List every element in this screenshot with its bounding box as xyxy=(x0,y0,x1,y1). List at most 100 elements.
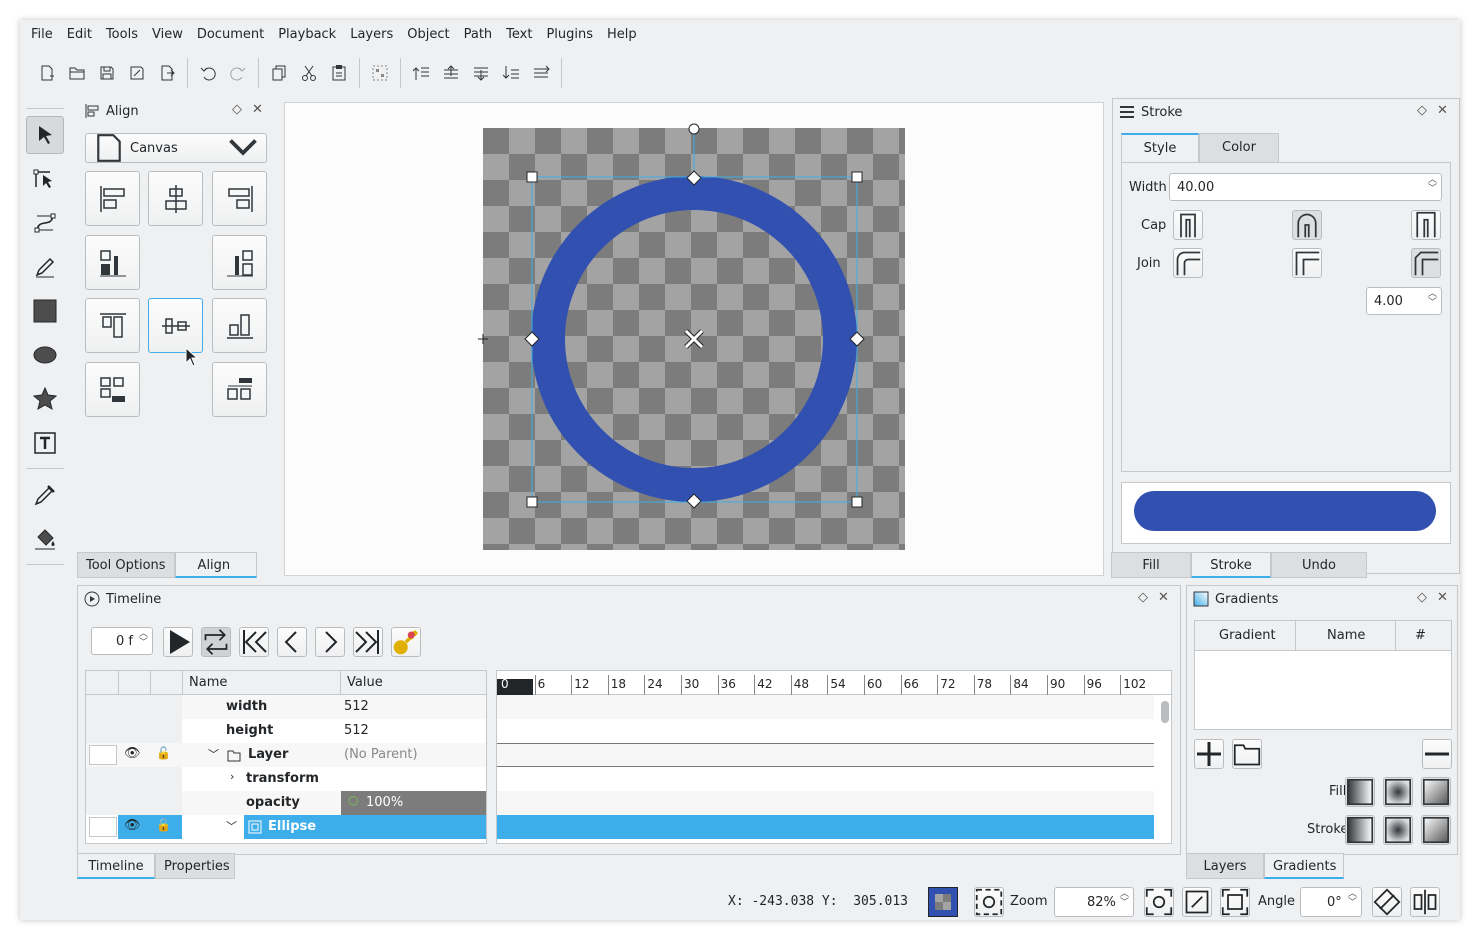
distribute-bottom-button[interactable] xyxy=(85,362,140,417)
gradients-list[interactable]: Gradient Name # xyxy=(1194,620,1452,730)
spin-arrows-icon[interactable]: ︿ ﹀ xyxy=(1348,890,1357,908)
miter-limit-field[interactable]: 4.00 ︿ ﹀ xyxy=(1366,287,1442,315)
frame-field[interactable]: 0 f ︿ ﹀ xyxy=(91,627,153,655)
lock-icon[interactable]: 🔓 xyxy=(156,746,171,760)
chevron-down-icon[interactable]: ﹀ xyxy=(226,818,237,834)
menu-tools[interactable]: Tools xyxy=(99,20,145,50)
spin-arrows-icon[interactable]: ︿ ﹀ xyxy=(139,630,148,648)
open-folder-icon[interactable] xyxy=(62,58,92,88)
tab-stroke[interactable]: Stroke xyxy=(1191,552,1271,578)
tab-gradients[interactable]: Gradients xyxy=(1264,853,1344,879)
spin-arrows-icon[interactable]: ︿ ﹀ xyxy=(1428,176,1437,194)
prev-frame-button[interactable] xyxy=(277,627,307,657)
time-ruler[interactable]: 0 6 12 18 24 30 36 42 48 54 60 66 72 78 84 90 96 102 xyxy=(497,671,1171,695)
cut-icon[interactable] xyxy=(294,58,324,88)
canvas-viewport[interactable] xyxy=(284,102,1104,576)
resize-handle-tl[interactable] xyxy=(526,171,538,183)
timeline-tracks[interactable]: 0 6 12 18 24 30 36 42 48 54 60 66 72 78 84 90 96 102 xyxy=(496,670,1172,844)
width-field[interactable]: 40.00 ︿ ﹀ xyxy=(1169,173,1442,201)
rectangle-tool-icon[interactable] xyxy=(26,292,64,330)
join-miter-button[interactable] xyxy=(1173,248,1203,278)
zoom-page-button[interactable] xyxy=(1220,887,1250,917)
eye-icon[interactable]: 👁 xyxy=(124,746,141,761)
select-group-icon[interactable] xyxy=(365,58,395,88)
tab-timeline[interactable]: Timeline xyxy=(77,853,155,879)
tab-fill[interactable]: Fill xyxy=(1111,552,1191,578)
menu-edit[interactable]: Edit xyxy=(60,20,99,50)
align-left-button[interactable] xyxy=(85,171,140,226)
raise-to-top-icon[interactable] xyxy=(406,58,436,88)
opacity-value-cell[interactable]: ○ 100% xyxy=(341,791,486,815)
add-gradient-button[interactable] xyxy=(1194,739,1224,769)
loop-button[interactable] xyxy=(201,627,231,657)
menu-plugins[interactable]: Plugins xyxy=(539,20,600,50)
new-document-icon[interactable] xyxy=(32,58,62,88)
ellipse-track[interactable] xyxy=(497,815,1154,839)
menu-path[interactable]: Path xyxy=(457,20,500,50)
raise-icon[interactable] xyxy=(436,58,466,88)
cap-square-button[interactable] xyxy=(1411,210,1441,240)
spin-arrows-icon[interactable]: ︿ ﹀ xyxy=(1120,890,1129,908)
close-icon[interactable]: ✕ xyxy=(1437,590,1448,605)
edit-nodes-tool-icon[interactable] xyxy=(26,160,64,198)
row-value[interactable]: (No Parent) xyxy=(344,747,418,762)
distribute-top-button[interactable] xyxy=(212,362,267,417)
object-color-swatch[interactable] xyxy=(89,817,117,837)
spin-arrows-icon[interactable]: ︿ ﹀ xyxy=(1428,290,1437,308)
remove-gradient-button[interactable] xyxy=(1422,739,1452,769)
color-preview-swatch[interactable] xyxy=(928,887,958,917)
distribute-right-button[interactable] xyxy=(212,235,267,290)
cycle-order-icon[interactable] xyxy=(526,58,556,88)
bezier-tool-icon[interactable] xyxy=(26,204,64,242)
join-bevel-button[interactable] xyxy=(1411,248,1441,278)
float-icon[interactable]: ◇ xyxy=(232,102,242,117)
stroke-conical-button[interactable] xyxy=(1421,815,1451,845)
float-icon[interactable]: ◇ xyxy=(1138,590,1148,605)
fill-linear-button[interactable] xyxy=(1345,777,1375,807)
menu-file[interactable]: File xyxy=(24,20,60,50)
color-picker-tool-icon[interactable] xyxy=(26,476,64,514)
distribute-left-button[interactable] xyxy=(85,235,140,290)
fill-radial-button[interactable] xyxy=(1383,777,1413,807)
chevron-right-icon[interactable]: › xyxy=(230,770,234,783)
scrollbar-thumb[interactable] xyxy=(1161,701,1169,723)
table-row-selected[interactable]: 👁 🔓 ﹀ Ellipse xyxy=(86,815,486,839)
play-button[interactable] xyxy=(163,627,193,657)
zoom-field[interactable]: 82% ︿ ﹀ xyxy=(1054,887,1134,917)
tab-color[interactable]: Color xyxy=(1199,133,1279,163)
resize-handle-tr[interactable] xyxy=(851,171,863,183)
last-frame-button[interactable] xyxy=(353,627,383,657)
row-value[interactable]: 512 xyxy=(344,699,369,714)
zoom-document-button[interactable] xyxy=(1182,887,1212,917)
lower-icon[interactable] xyxy=(466,58,496,88)
menu-view[interactable]: View xyxy=(145,20,190,50)
redo-icon[interactable] xyxy=(223,58,253,88)
table-row[interactable]: height 512 xyxy=(86,719,486,743)
layer-track[interactable] xyxy=(497,743,1154,767)
eye-icon[interactable]: 👁 xyxy=(124,818,141,833)
menu-playback[interactable]: Playback xyxy=(271,20,343,50)
export-icon[interactable] xyxy=(152,58,182,88)
draw-freehand-tool-icon[interactable] xyxy=(26,248,64,286)
flip-view-button[interactable] xyxy=(1410,887,1440,917)
open-gradient-button[interactable] xyxy=(1232,739,1262,769)
cap-butt-button[interactable] xyxy=(1173,210,1203,240)
menu-document[interactable]: Document xyxy=(190,20,271,50)
table-row[interactable]: 👁 🔓 ﹀ Layer (No Parent) xyxy=(86,743,486,767)
menu-text[interactable]: Text xyxy=(499,20,539,50)
record-keyframe-button[interactable] xyxy=(391,627,421,657)
angle-field[interactable]: 0° ︿ ﹀ xyxy=(1300,887,1362,917)
fill-conical-button[interactable] xyxy=(1421,777,1451,807)
tab-style[interactable]: Style xyxy=(1121,133,1199,163)
zoom-fit-button[interactable] xyxy=(974,887,1004,917)
resize-handle-br[interactable] xyxy=(851,496,863,508)
menu-help[interactable]: Help xyxy=(600,20,644,50)
align-relative-to-select[interactable]: Canvas xyxy=(85,133,267,163)
save-icon[interactable] xyxy=(92,58,122,88)
close-icon[interactable]: ✕ xyxy=(1437,103,1448,118)
save-as-icon[interactable] xyxy=(122,58,152,88)
lock-icon[interactable]: 🔓 xyxy=(156,818,171,832)
align-vcenter-button[interactable] xyxy=(148,298,203,353)
tab-align[interactable]: Align xyxy=(174,552,258,578)
select-tool-icon[interactable] xyxy=(26,116,64,154)
